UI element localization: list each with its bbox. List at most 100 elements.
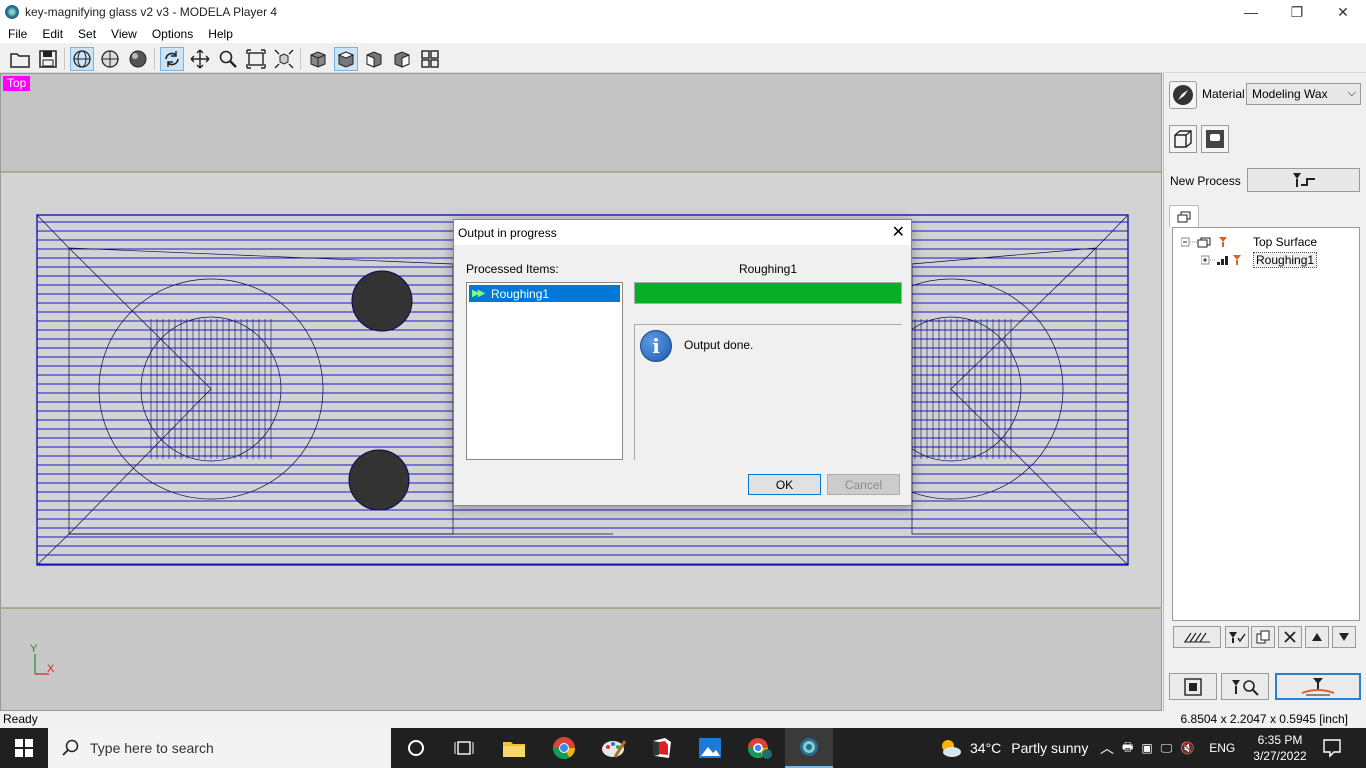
model-dimensions: 6.8504 x 2.2047 x 0.5945 [inch]	[1180, 712, 1348, 726]
solid-sphere-icon[interactable]	[126, 47, 150, 71]
message-area: i Output done.	[634, 324, 902, 460]
clock-date: 3/27/2022	[1253, 749, 1307, 763]
notifications-icon[interactable]	[1322, 738, 1342, 761]
status-bar: Ready 6.8504 x 2.2047 x 0.5945 [inch]	[0, 711, 1366, 728]
paint-icon[interactable]	[590, 728, 638, 768]
processed-item[interactable]: ▶▶ Roughing1	[469, 285, 620, 302]
menu-set[interactable]: Set	[70, 27, 103, 41]
search-icon	[62, 739, 79, 756]
processed-items-list[interactable]: ▶▶ Roughing1	[466, 282, 623, 460]
device-icon[interactable]: ▣	[1141, 741, 1152, 755]
cut-output-icon	[1301, 677, 1335, 695]
taskbar: Type here to search 34°C Partly sunny ︿ …	[0, 728, 1366, 768]
title-bar: key-magnifying glass v2 v3 - MODELA Play…	[0, 0, 1366, 24]
weather-desc: Partly sunny	[1011, 740, 1089, 756]
preview-cut-icon[interactable]	[1221, 673, 1269, 700]
progress-fill	[635, 283, 901, 303]
rotate-icon[interactable]	[160, 47, 184, 71]
view-top-icon[interactable]	[334, 47, 358, 71]
app-icon	[5, 5, 19, 19]
fit-view-icon[interactable]	[272, 47, 296, 71]
clock-time: 6:35 PM	[1257, 733, 1303, 747]
cylinder-model-icon[interactable]	[1201, 125, 1229, 153]
menu-bar: File Edit Set View Options Help	[0, 24, 1366, 43]
play-forward-icon: ▶▶	[472, 288, 485, 299]
new-process-button[interactable]	[1247, 168, 1360, 192]
material-select[interactable]: Modeling Wax ⌵	[1246, 83, 1361, 105]
box-model-icon[interactable]	[1169, 125, 1197, 153]
open-folder-icon[interactable]	[8, 47, 32, 71]
view-label: Top	[3, 76, 31, 91]
move-up-icon[interactable]	[1305, 626, 1329, 648]
cancel-button[interactable]: Cancel	[827, 474, 900, 495]
toolpath-preview-icon[interactable]	[1173, 626, 1221, 648]
view-front-icon[interactable]	[362, 47, 386, 71]
file-explorer-icon[interactable]	[490, 728, 538, 768]
dialog-title-bar: Output in progress ✕	[454, 220, 911, 245]
view-iso-icon[interactable]	[306, 47, 330, 71]
info-icon: i	[640, 330, 672, 362]
save-icon[interactable]	[36, 47, 60, 71]
network-icon[interactable]: 🖵	[1161, 741, 1173, 756]
chrome-profile-icon[interactable]	[736, 728, 784, 768]
new-process-label: New Process	[1170, 174, 1241, 188]
weather-widget[interactable]: 34°C Partly sunny	[938, 728, 1088, 768]
zoom-window-icon[interactable]	[244, 47, 268, 71]
language-indicator[interactable]: ENG	[1209, 741, 1235, 755]
view-side-icon[interactable]	[390, 47, 414, 71]
stop-icon[interactable]	[1169, 673, 1217, 700]
cut-output-button[interactable]	[1275, 673, 1361, 700]
menu-edit[interactable]: Edit	[34, 27, 70, 41]
pan-icon[interactable]	[188, 47, 212, 71]
new-process-icon	[1292, 173, 1315, 187]
output-progress-bar	[634, 282, 902, 304]
dialog-title: Output in progress	[458, 226, 557, 240]
right-panel: Material Modeling Wax ⌵ New Process Top …	[1163, 73, 1366, 711]
ok-button[interactable]: OK	[748, 474, 821, 495]
move-down-icon[interactable]	[1332, 626, 1356, 648]
roland-app-icon[interactable]	[638, 728, 686, 768]
wireframe-globe-icon[interactable]	[70, 47, 94, 71]
axis-y-label: Y	[30, 644, 38, 655]
minimize-button[interactable]: —	[1228, 0, 1274, 24]
cortana-icon[interactable]	[392, 728, 440, 768]
task-view-icon[interactable]	[440, 728, 488, 768]
taskbar-search[interactable]: Type here to search	[48, 728, 391, 768]
menu-file[interactable]: File	[0, 27, 34, 41]
axis-x-label: X	[47, 663, 55, 675]
processed-items-label: Processed Items:	[466, 262, 559, 276]
copy-icon[interactable]	[1251, 626, 1275, 648]
material-compass-icon[interactable]	[1169, 81, 1197, 109]
chrome-icon[interactable]	[540, 728, 588, 768]
processed-item-label: Roughing1	[491, 286, 550, 301]
tree-node-roughing[interactable]: Roughing1	[1201, 252, 1318, 268]
menu-options[interactable]: Options	[144, 27, 200, 41]
clock[interactable]: 6:35 PM 3/27/2022	[1250, 732, 1310, 764]
chevron-up-icon[interactable]: ︿	[1100, 738, 1114, 758]
close-button[interactable]: ✕	[1320, 0, 1366, 24]
system-tray: ︿ 🖶 ▣ 🖵 🔇 ENG	[1096, 728, 1239, 768]
photos-icon[interactable]	[686, 728, 734, 768]
dialog-close-icon[interactable]: ✕	[892, 222, 905, 242]
material-label: Material	[1202, 87, 1245, 101]
chevron-down-icon: ⌵	[1347, 87, 1356, 99]
tree-label-top-surface: Top Surface	[1253, 235, 1318, 249]
zoom-icon[interactable]	[216, 47, 240, 71]
output-tools	[1164, 673, 1366, 701]
surface-globe-icon[interactable]	[98, 47, 122, 71]
volume-muted-icon[interactable]: 🔇	[1180, 741, 1195, 755]
multi-view-icon[interactable]	[418, 47, 442, 71]
process-tree-tab[interactable]	[1169, 205, 1199, 227]
modela-player-taskbar-icon[interactable]	[785, 728, 833, 768]
window-controls: — ❐ ✕	[1228, 0, 1366, 24]
printer-icon[interactable]: 🖶	[1122, 738, 1133, 759]
delete-icon[interactable]	[1278, 626, 1302, 648]
tree-node-top-surface[interactable]: Top Surface	[1181, 234, 1319, 250]
menu-view[interactable]: View	[103, 27, 144, 41]
menu-help[interactable]: Help	[200, 27, 240, 41]
tool-check-icon[interactable]	[1225, 626, 1249, 648]
maximize-button[interactable]: ❐	[1274, 0, 1320, 24]
status-text: Ready	[3, 712, 38, 726]
partly-sunny-icon	[942, 740, 961, 757]
windows-start-icon[interactable]	[0, 728, 48, 768]
